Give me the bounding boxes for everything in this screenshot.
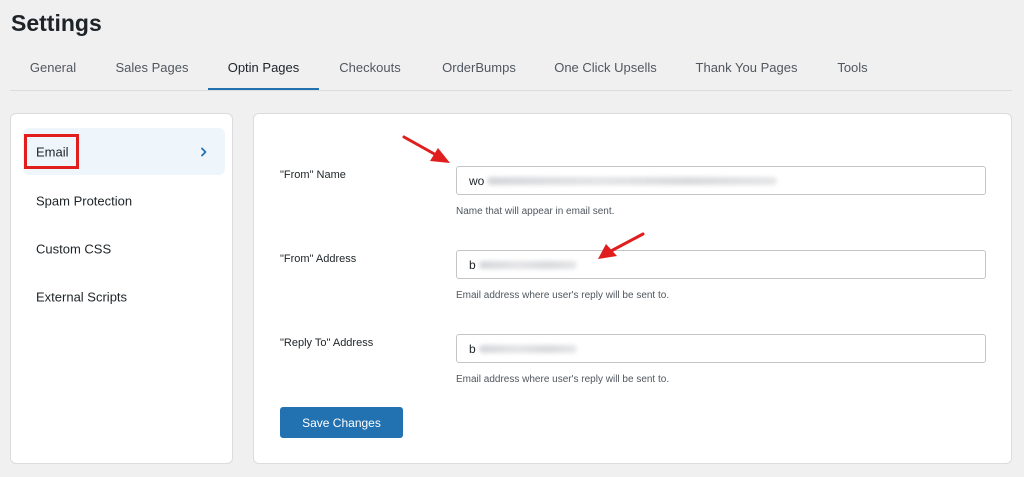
from-name-help: Name that will appear in email sent. [456, 206, 615, 217]
reply-to-value: b [469, 341, 476, 356]
redacted-text [479, 260, 577, 269]
sidebar-item-email[interactable]: Email [23, 128, 225, 175]
sidebar-item-custom-css[interactable]: Custom CSS [23, 225, 225, 272]
page-title: Settings [11, 10, 102, 36]
chevron-right-icon [201, 147, 207, 156]
tab-optin-pages[interactable]: Optin Pages [208, 52, 319, 90]
settings-sidebar: Email Spam Protection Custom CSS Externa… [10, 113, 233, 464]
redacted-text [487, 176, 777, 185]
from-address-value: b [469, 257, 476, 272]
redacted-text [479, 344, 577, 353]
from-address-help: Email address where user's reply will be… [456, 290, 670, 301]
email-settings-panel: "From" Name wo Name that will appear in … [253, 113, 1012, 464]
sidebar-item-spam-protection[interactable]: Spam Protection [23, 177, 225, 224]
tab-sales-pages[interactable]: Sales Pages [107, 52, 197, 89]
sidebar-item-label: External Scripts [36, 289, 128, 304]
reply-to-help: Email address where user's reply will be… [456, 374, 670, 385]
from-address-label: "From" Address [280, 253, 357, 265]
sidebar-item-label: Spam Protection [36, 193, 133, 208]
tab-thank-you-pages[interactable]: Thank You Pages [685, 52, 808, 89]
tab-tools[interactable]: Tools [825, 52, 880, 89]
save-changes-button[interactable]: Save Changes [280, 407, 403, 438]
tab-checkouts[interactable]: Checkouts [330, 52, 410, 89]
settings-tabs: General Sales Pages Optin Pages Checkout… [10, 52, 1012, 91]
sidebar-item-label: Email [36, 144, 69, 159]
tab-orderbumps[interactable]: OrderBumps [430, 52, 528, 89]
from-name-value: wo [469, 173, 485, 188]
from-address-input[interactable]: b [456, 250, 986, 279]
from-name-input[interactable]: wo [456, 166, 986, 195]
tab-one-click-upsells[interactable]: One Click Upsells [544, 52, 667, 89]
reply-to-label: "Reply To" Address [280, 337, 374, 349]
tab-general[interactable]: General [10, 52, 96, 89]
reply-to-input[interactable]: b [456, 334, 986, 363]
sidebar-item-label: Custom CSS [36, 241, 112, 256]
from-name-label: "From" Name [280, 169, 346, 181]
sidebar-item-external-scripts[interactable]: External Scripts [23, 273, 225, 320]
